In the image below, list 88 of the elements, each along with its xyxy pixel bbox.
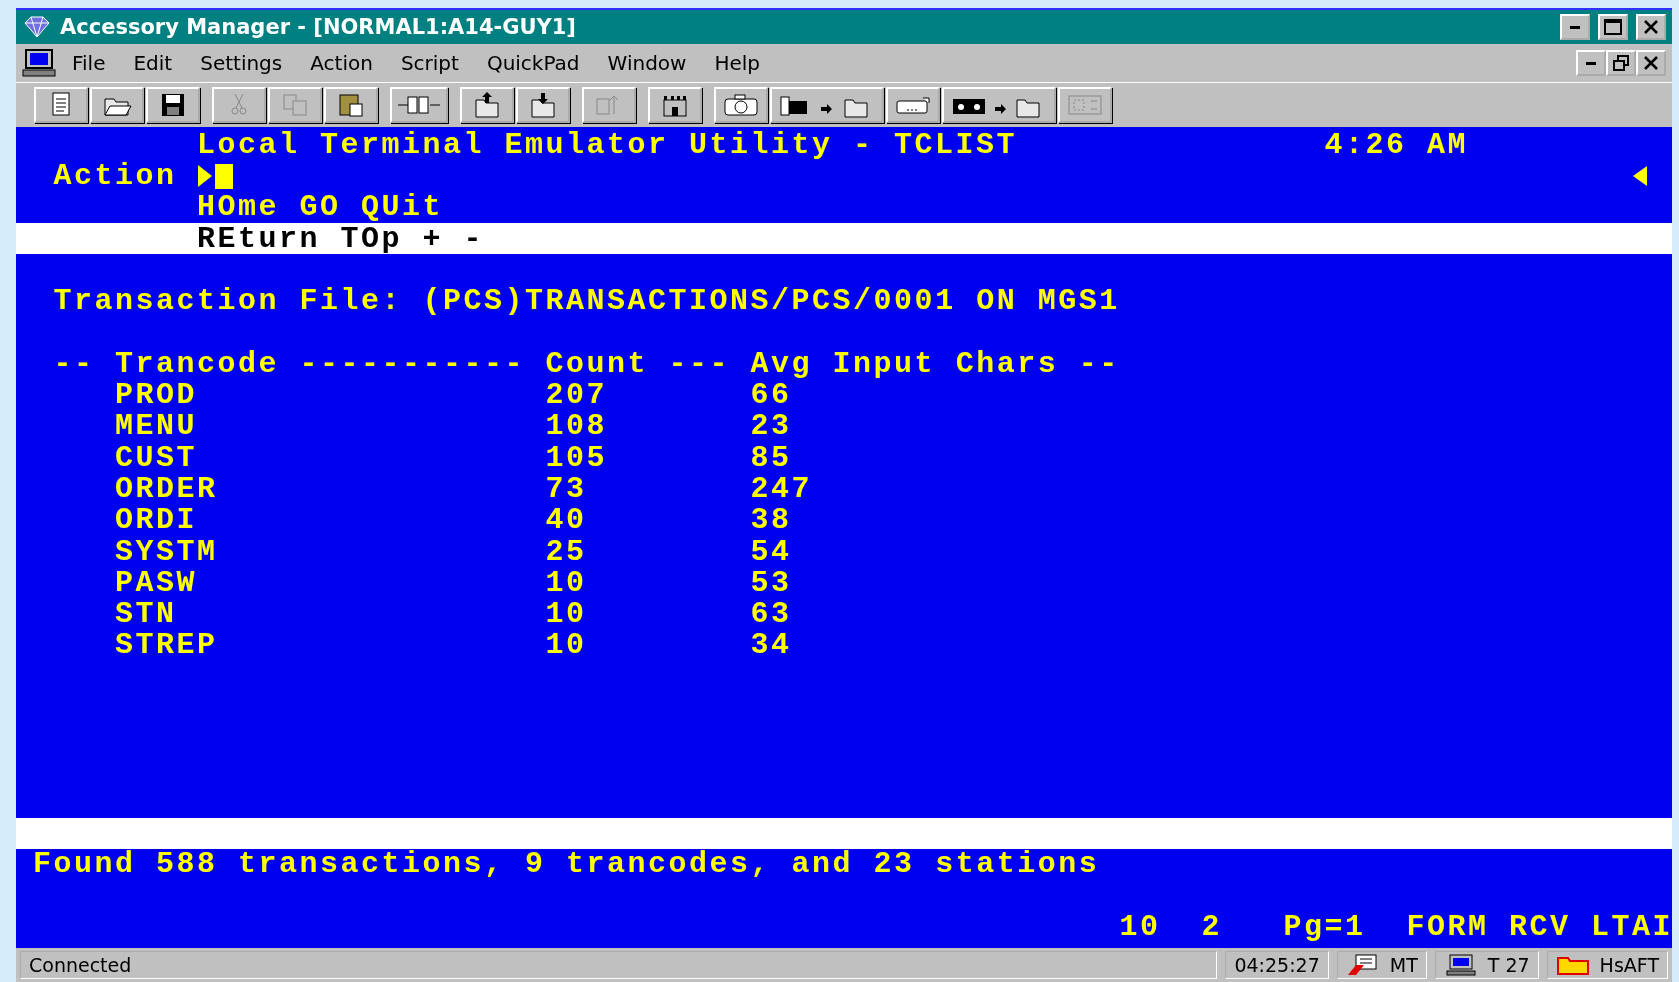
table-cell: 105	[545, 442, 607, 473]
network-icon	[1345, 953, 1380, 977]
toolbar-button[interactable]	[886, 87, 940, 123]
toolbar-button[interactable]	[390, 87, 448, 123]
connection-status: Connected	[29, 954, 132, 976]
close-button[interactable]	[1636, 14, 1666, 40]
toolbar-button[interactable]	[516, 87, 570, 123]
table-cell: SYSTM	[115, 536, 218, 567]
folder-label: HsAFT	[1599, 954, 1659, 976]
indicator: FORM	[1406, 912, 1489, 943]
table-cell: ORDI	[115, 505, 197, 536]
menu-item[interactable]: Settings	[186, 51, 297, 75]
table-cell: 54	[750, 536, 792, 567]
indicator: 10	[1119, 912, 1161, 943]
file-label: Transaction File: (PCS)TRANSACTIONS/PCS/0001 ON MGS1	[53, 286, 1120, 317]
command-list: REturn TOp + -	[197, 223, 484, 254]
table-cell: CUST	[115, 442, 197, 473]
menu-item[interactable]: QuickPad	[472, 51, 594, 75]
menu-item[interactable]: Help	[700, 51, 775, 75]
table-cell: ORDER	[115, 473, 218, 504]
clock: 4:26 AM	[1324, 129, 1468, 160]
folder-download-icon	[528, 90, 558, 120]
computer-icon	[1443, 953, 1478, 977]
command-list: HOme GO QUit	[197, 192, 443, 223]
table-cell: STN	[115, 599, 177, 630]
minimize-button[interactable]	[1560, 14, 1590, 40]
table-cell: 38	[750, 505, 792, 536]
minimize-button[interactable]	[1576, 50, 1606, 76]
toolbar-button[interactable]	[714, 87, 768, 123]
table-cell: 247	[750, 473, 812, 504]
table-cell: 10	[545, 630, 587, 661]
toolbar-button[interactable]	[146, 87, 200, 123]
table-cell: 10	[545, 567, 587, 598]
minimize-icon	[1586, 61, 1596, 65]
close-icon	[1643, 20, 1659, 34]
indicator: Pg=1	[1283, 912, 1366, 943]
table-cell: 66	[750, 380, 792, 410]
prompt-cursor-icon	[197, 162, 235, 189]
table-cell: PASW	[115, 567, 197, 598]
toolbar-button[interactable]	[324, 87, 378, 123]
left-arrow-icon	[1632, 164, 1648, 187]
table-cell: 108	[545, 411, 607, 442]
close-icon	[1643, 56, 1659, 70]
indicator: LTAI	[1591, 912, 1673, 943]
table-cell: 85	[750, 442, 792, 473]
toolbar-button[interactable]	[770, 87, 884, 123]
indicator: RCV	[1509, 912, 1571, 943]
table-cell: 10	[545, 599, 587, 630]
toolbar-button[interactable]	[90, 87, 144, 123]
table-cell: 40	[545, 505, 587, 536]
menu-item[interactable]: Edit	[119, 51, 187, 75]
toolbar-button[interactable]	[460, 87, 514, 123]
restore-button[interactable]	[1606, 50, 1636, 76]
table-cell: 34	[750, 630, 792, 661]
column-header: -- Trancode ----------- Count --- Avg Input Chars --	[53, 348, 1120, 379]
table-cell: 63	[750, 599, 792, 630]
maximize-icon	[1604, 19, 1622, 35]
status-time: 04:25:27	[1234, 954, 1320, 976]
terminal-id: T 27	[1487, 954, 1530, 976]
table-cell: 53	[750, 567, 792, 598]
toolbar-button[interactable]	[34, 87, 88, 123]
table-cell: 73	[545, 473, 587, 504]
status-message: Found 588 transactions, 9 trancodes, and 23 stations	[33, 849, 1099, 880]
menu-item[interactable]: Window	[593, 51, 701, 75]
table-cell: MENU	[115, 411, 197, 442]
toolbar-button[interactable]	[648, 87, 702, 123]
minimize-icon	[1570, 25, 1580, 29]
folder-icon	[1555, 954, 1590, 976]
screen-title: Local Terminal Emulator Utility - TCLIST	[197, 129, 1017, 160]
table-cell: PROD	[115, 380, 197, 410]
computer-icon[interactable]	[22, 48, 58, 78]
toolbar-button[interactable]	[942, 87, 1056, 123]
table-cell: 23	[750, 411, 792, 442]
table-cell: 25	[545, 536, 587, 567]
restore-icon	[1613, 55, 1629, 71]
folder-upload-icon	[472, 90, 502, 120]
close-button[interactable]	[1636, 50, 1666, 76]
window-title: Accessory Manager - [NORMAL1:A14-GUY1]	[60, 15, 577, 39]
gem-icon	[22, 14, 52, 40]
table-cell: STREP	[115, 630, 218, 661]
menu-item[interactable]: File	[58, 51, 120, 75]
table-cell: 207	[545, 380, 607, 410]
indicator: 2	[1201, 912, 1222, 943]
menu-item[interactable]: Script	[386, 51, 473, 75]
network-label: MT	[1389, 954, 1418, 976]
maximize-button[interactable]	[1598, 14, 1628, 40]
menu-item[interactable]: Action	[296, 51, 387, 75]
action-label: Action	[53, 160, 177, 191]
